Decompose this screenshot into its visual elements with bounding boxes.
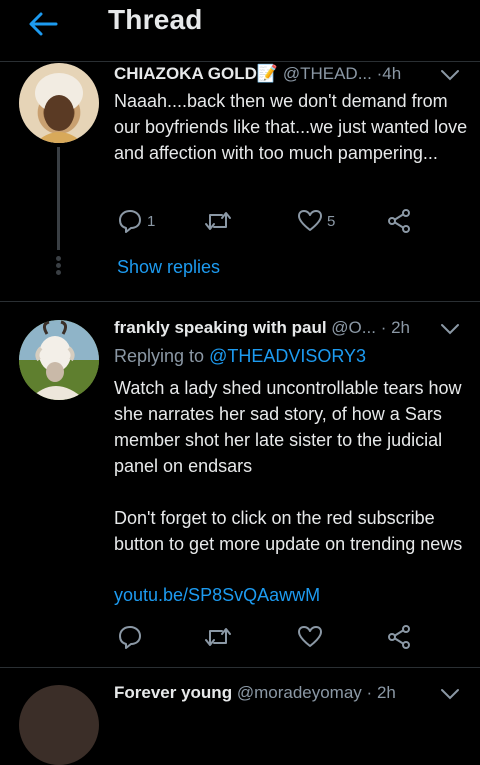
tweet-header: CHIAZOKA GOLD📝 @THEAD... ·4h [114,64,401,88]
tweet-text: Watch a lady shed uncontrollable tears h… [114,378,463,554]
like-icon [298,210,322,231]
mention-link[interactable]: @THEADVISORY3 [209,346,366,366]
separator-dot: · [366,683,373,702]
handle: @O... [331,318,376,337]
divider [0,301,480,302]
reply-count: 1 [147,212,156,230]
timestamp: 2h [376,683,396,702]
show-replies-link[interactable]: Show replies [117,257,220,278]
reply-button[interactable] [117,623,143,651]
reply-button[interactable]: 1 [117,207,155,235]
avatar[interactable] [19,63,99,143]
thread-dot [56,270,61,275]
display-name[interactable]: CHIAZOKA GOLD [114,64,257,83]
like-button[interactable] [297,623,323,651]
memo-emoji: 📝 [256,64,279,83]
replying-to: Replying to @THEADVISORY3 [114,346,366,367]
top-bar: Thread [0,0,480,52]
thread-dot [56,263,61,268]
retweet-button[interactable] [203,207,233,235]
retweet-button[interactable] [203,623,233,651]
chevron-down-icon[interactable] [440,322,460,336]
separator-dot: · [380,318,387,337]
share-icon [388,209,410,233]
retweet-icon [205,212,231,230]
display-name[interactable]: Forever young [114,683,232,702]
reply-icon [119,210,141,233]
page-title: Thread [108,4,203,35]
divider [0,61,480,62]
share-icon [388,625,410,649]
thread-line [57,147,60,250]
share-button[interactable] [386,207,412,235]
display-name[interactable]: frankly speaking with paul [114,318,327,337]
avatar[interactable] [19,320,99,400]
reply-icon [119,626,141,649]
replying-to-prefix: Replying to [114,346,205,366]
like-count: 5 [327,212,336,230]
avatar[interactable] [19,685,99,765]
timestamp: 4h [382,64,402,83]
chevron-down-icon[interactable] [440,687,460,701]
back-arrow-icon[interactable] [26,9,60,39]
timestamp: 2h [391,318,411,337]
chevron-down-icon[interactable] [440,68,460,82]
handle: @THEAD... [282,64,372,83]
like-button[interactable]: 5 [297,207,335,235]
retweet-icon [205,628,231,646]
tweet-text: Naaah....back then we don't demand from … [114,91,473,163]
tweet-header: Forever young @moradeyomay · 2h [114,683,396,707]
like-icon [298,626,322,647]
divider [0,667,480,668]
handle: @moradeyomay [236,683,362,702]
tweet-link[interactable]: youtu.be/SP8SvQAawwM [114,585,320,606]
share-button[interactable] [386,623,412,651]
thread-dot [56,256,61,261]
tweet-header: frankly speaking with paul @O... · 2h [114,318,410,342]
